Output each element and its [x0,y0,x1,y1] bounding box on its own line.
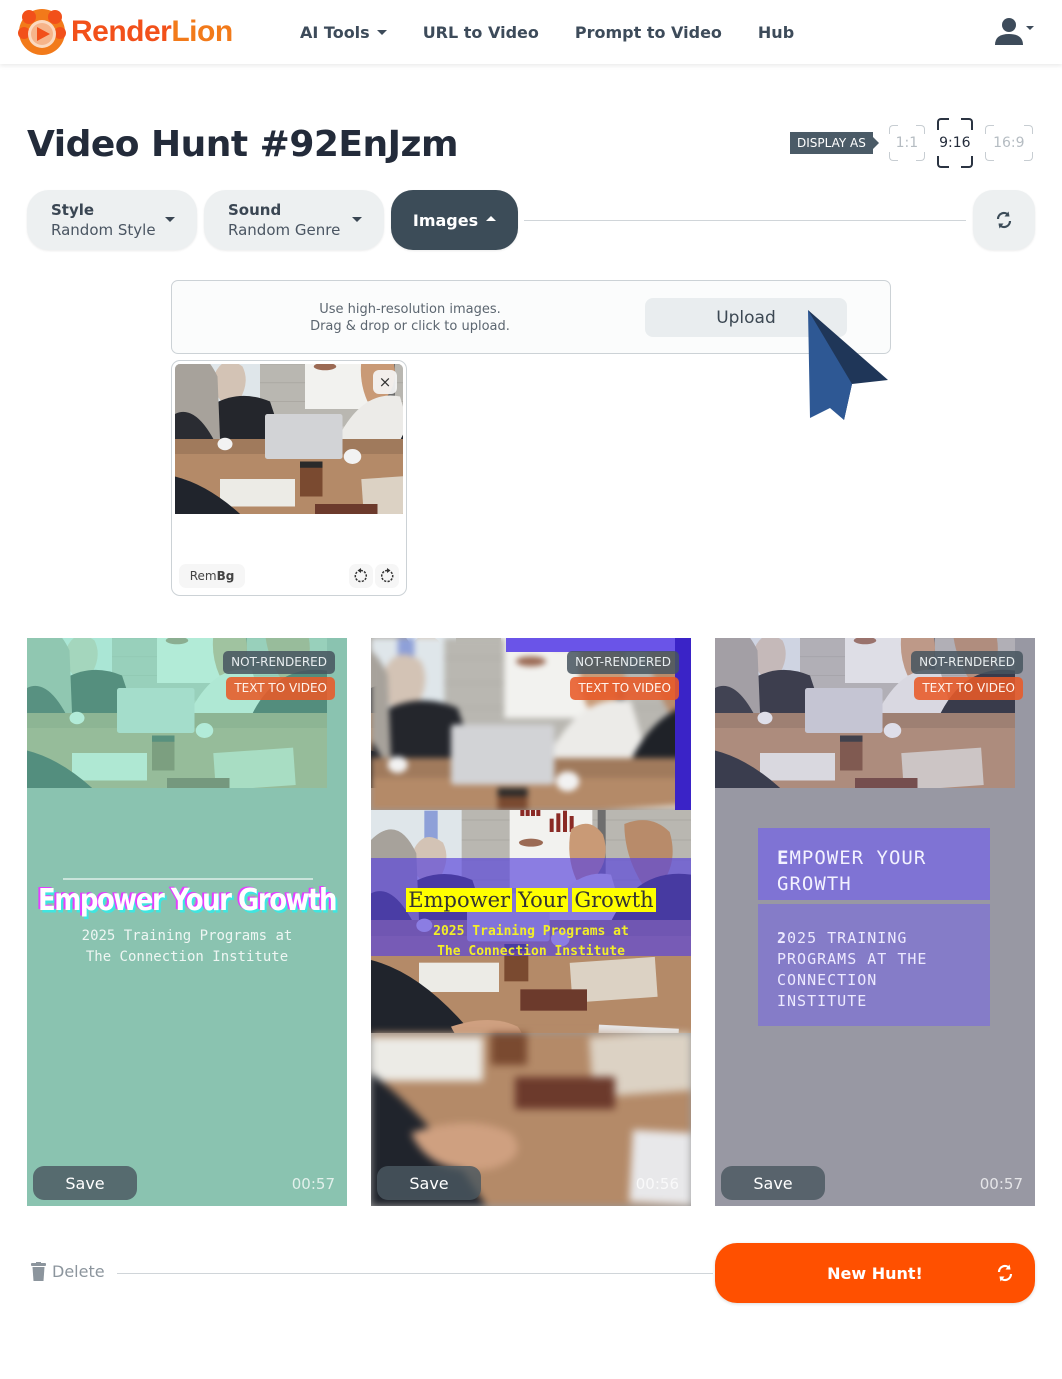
video-card[interactable]: Empower Your Growth 2025 Training Programs… [371,638,691,1206]
refresh-icon [997,1264,1013,1282]
nav-url-to-video[interactable]: URL to Video [423,23,539,42]
user-menu[interactable] [995,16,1034,46]
chevron-down-icon [352,217,362,222]
image-dropzone[interactable]: Use high-resolution images. Drag & drop … [171,280,891,354]
style-label: Style [51,201,95,219]
status-badge: NOT-RENDERED [223,651,335,674]
remove-image-button[interactable]: × [373,370,397,394]
chevron-up-icon [486,216,497,221]
top-navbar: RenderLion AI Tools URL to Video Prompt … [0,0,1062,64]
filter-row: Style Random Style Sound Random Genre Im… [27,190,1035,250]
uploaded-image: × Rem Bg [175,364,403,592]
divider [524,220,966,221]
save-button[interactable]: Save [33,1166,137,1200]
video-card[interactable]: Empower Your Growth 2025 Training Progra… [27,638,347,1206]
save-button[interactable]: Save [377,1166,481,1200]
main-nav: AI Tools URL to Video Prompt to Video Hu… [300,0,830,64]
lion-logo-icon [18,9,66,55]
type-badge: TEXT TO VIDEO [914,677,1023,700]
new-hunt-button[interactable]: New Hunt! [715,1243,1035,1303]
images-toggle[interactable]: Images [391,190,518,250]
brand-logo[interactable]: RenderLion [17,7,233,57]
meeting-photo [175,364,403,514]
save-button[interactable]: Save [721,1166,825,1200]
video-headline: Empower Your Growth [37,883,338,919]
status-badge: NOT-RENDERED [567,651,679,674]
rotate-left-button[interactable] [349,564,373,588]
video-duration: 00:56 [635,1175,679,1193]
nav-prompt-to-video[interactable]: Prompt to Video [575,23,722,42]
video-duration: 00:57 [979,1175,1023,1193]
ratio-option-1-1[interactable]: 1:1 [888,125,925,161]
brand-name: RenderLion [71,15,233,48]
video-headline: EMPOWER YOUR GROWTH [777,847,927,895]
video-card[interactable]: EMPOWER YOUR GROWTH 2025 TRAINING PROGRA… [715,638,1035,1206]
close-icon: × [378,373,392,391]
divider [117,1273,713,1274]
chevron-down-icon [1026,26,1034,30]
video-subtitle: 2025 TRAINING PROGRAMS AT THE CONNECTION… [777,929,928,1010]
nav-ai-tools[interactable]: AI Tools [300,23,387,42]
upload-hint: Use high-resolution images. Drag & drop … [310,302,510,334]
user-icon [995,18,1023,45]
chevron-down-icon [376,29,387,35]
ratio-option-9-16[interactable]: 9:16 [936,118,973,168]
display-as-label: DISPLAY AS [790,132,879,154]
page-title: Video Hunt #92EnJzm [27,124,459,165]
mouse-cursor-icon [808,310,888,420]
video-subtitle: 2025 Training Programs at The Connection… [81,928,293,965]
nav-hub[interactable]: Hub [758,23,794,42]
decorative-line [63,878,313,880]
display-as-selector: DISPLAY AS 1:1 9:16 16:9 [790,118,1033,168]
style-value: Random Style [51,221,156,239]
chevron-down-icon [165,217,175,222]
style-dropdown[interactable]: Style Random Style [27,190,197,250]
shuffle-refresh-button[interactable] [973,190,1035,250]
uploaded-image-card: × Rem Bg [171,360,407,596]
rotate-left-icon [354,568,367,583]
rotate-right-icon [381,568,394,583]
delete-button[interactable]: Delete [31,1262,105,1281]
trash-icon [31,1262,46,1281]
ratio-option-16-9[interactable]: 16:9 [984,125,1033,161]
status-badge: NOT-RENDERED [911,651,1023,674]
video-headline: Empower Your Growth [406,888,656,912]
remove-background-button[interactable]: Rem Bg [179,564,245,588]
sound-value: Random Genre [228,221,341,239]
type-badge: TEXT TO VIDEO [570,677,679,700]
sound-label: Sound [228,201,282,219]
video-subtitle: 2025 Training Programs at The Connection… [433,924,629,959]
rotate-right-button[interactable] [375,564,399,588]
video-duration: 00:57 [291,1175,335,1193]
sound-dropdown[interactable]: Sound Random Genre [204,190,384,250]
refresh-icon [996,211,1012,229]
type-badge: TEXT TO VIDEO [226,677,335,700]
